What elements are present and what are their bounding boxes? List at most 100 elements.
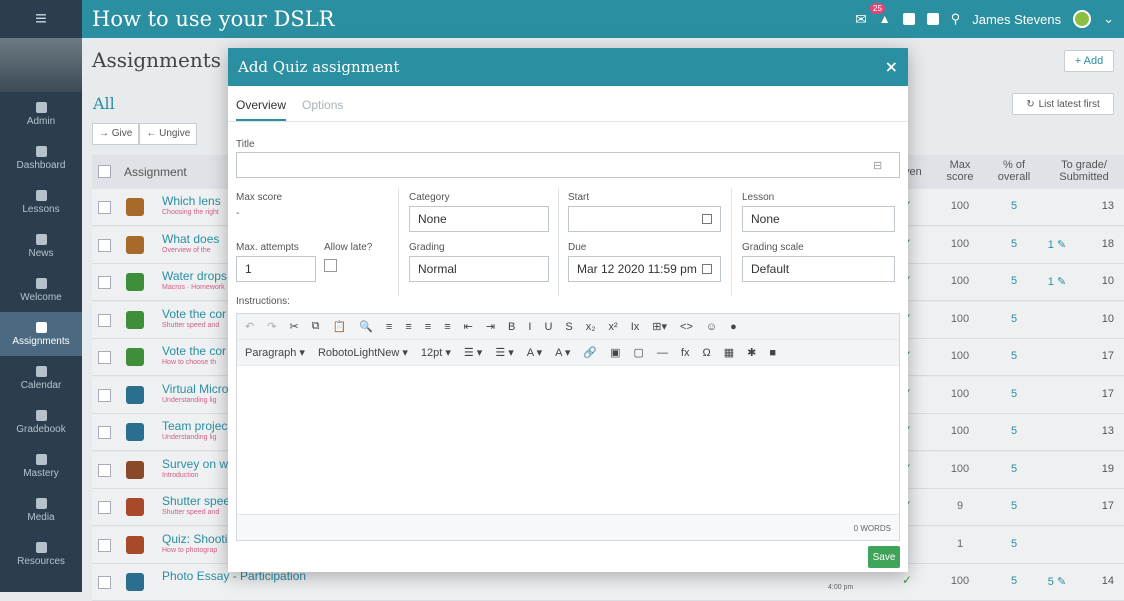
insert-tool-12[interactable]: Ω bbox=[702, 347, 710, 359]
select-all-checkbox[interactable] bbox=[98, 165, 111, 178]
format-tool-1[interactable]: ↷ bbox=[267, 320, 276, 333]
attempts-input[interactable]: 1 bbox=[236, 256, 316, 282]
sidebar-item-media[interactable]: Media bbox=[0, 488, 82, 532]
format-tool-16[interactable]: x₂ bbox=[586, 321, 596, 333]
assignment-title[interactable]: Virtual Micro bbox=[162, 382, 228, 396]
format-tool-19[interactable]: ⊞▾ bbox=[652, 320, 667, 333]
format-tool-10[interactable]: ⇤ bbox=[464, 320, 473, 333]
filter-all[interactable]: All bbox=[93, 94, 115, 113]
insert-tool-2[interactable]: 12pt ▾ bbox=[421, 346, 451, 359]
format-tool-3[interactable]: ⧉ bbox=[312, 320, 320, 333]
give-button[interactable]: → Give bbox=[92, 123, 140, 145]
insert-tool-5[interactable]: A ▾ bbox=[527, 346, 542, 359]
row-checkbox[interactable] bbox=[98, 313, 111, 327]
row-checkbox[interactable] bbox=[98, 463, 111, 477]
sidebar-item-mastery[interactable]: Mastery bbox=[0, 444, 82, 488]
bell-icon[interactable]: ▲ bbox=[879, 12, 891, 26]
category-select[interactable]: None bbox=[409, 206, 549, 232]
row-checkbox[interactable] bbox=[98, 238, 111, 252]
close-icon[interactable]: × bbox=[885, 57, 898, 76]
row-checkbox[interactable] bbox=[98, 576, 111, 589]
start-date-input[interactable] bbox=[568, 206, 721, 232]
format-tool-4[interactable]: 📋 bbox=[333, 320, 347, 333]
to-grade[interactable]: 1 ✎ bbox=[1042, 275, 1072, 288]
col-to-grade[interactable]: To grade/ Submitted bbox=[1052, 159, 1116, 183]
col-max-score[interactable]: Max score bbox=[940, 159, 980, 183]
insert-tool-9[interactable]: ▢ bbox=[634, 346, 644, 359]
tab-options[interactable]: Options bbox=[302, 86, 343, 121]
assignment-title[interactable]: Quiz: Shooti bbox=[162, 532, 227, 546]
format-tool-21[interactable]: ☺ bbox=[706, 321, 717, 333]
assignment-title[interactable]: Shutter spee bbox=[162, 494, 230, 508]
submitted-count[interactable]: 13 bbox=[1082, 200, 1114, 212]
assignment-title[interactable]: Vote the cor bbox=[162, 307, 226, 321]
row-checkbox[interactable] bbox=[98, 501, 111, 514]
to-grade[interactable]: 5 ✎ bbox=[1042, 575, 1072, 588]
format-tool-9[interactable]: ≡ bbox=[444, 321, 450, 333]
sidebar-item-admin[interactable]: Admin bbox=[0, 92, 82, 136]
format-tool-18[interactable]: Ix bbox=[631, 321, 640, 333]
submitted-count[interactable]: 10 bbox=[1082, 275, 1114, 287]
allow-late-checkbox[interactable] bbox=[324, 259, 337, 272]
format-tool-12[interactable]: B bbox=[508, 321, 515, 333]
submitted-count[interactable]: 13 bbox=[1082, 425, 1114, 437]
submitted-count[interactable]: 17 bbox=[1082, 350, 1114, 362]
format-tool-13[interactable]: I bbox=[528, 321, 531, 333]
hamburger-icon[interactable]: ≡ bbox=[0, 0, 82, 38]
format-tool-17[interactable]: x² bbox=[609, 321, 618, 333]
instructions-editor[interactable]: ↶ ↷ ✂ ⧉ 📋 🔍 ≡ ≡ ≡ ≡ ⇤ ⇥ B I U Sx₂ x² Ix ⊞▾ <> ☺ ● Paragraph ▾… bbox=[236, 313, 900, 541]
row-checkbox[interactable] bbox=[98, 538, 111, 552]
chevron-down-icon[interactable]: ⌄ bbox=[1103, 11, 1114, 27]
course-title[interactable]: How to use your DSLR bbox=[92, 7, 335, 31]
to-grade[interactable]: 1 ✎ bbox=[1042, 238, 1072, 251]
submitted-count[interactable]: 10 bbox=[1082, 313, 1114, 325]
add-button[interactable]: + Add bbox=[1064, 50, 1114, 72]
insert-tool-14[interactable]: ✱ bbox=[747, 346, 756, 359]
sidebar-item-news[interactable]: News bbox=[0, 224, 82, 268]
col-percent[interactable]: % of overall bbox=[992, 159, 1036, 183]
insert-tool-13[interactable]: ▦ bbox=[724, 346, 734, 359]
assignment-title[interactable]: Vote the cor bbox=[162, 344, 226, 358]
insert-tool-11[interactable]: fx bbox=[681, 347, 690, 359]
tab-overview[interactable]: Overview bbox=[236, 86, 287, 121]
row-checkbox[interactable] bbox=[98, 276, 111, 289]
sort-latest-button[interactable]: ↻ List latest first bbox=[1012, 93, 1114, 115]
row-checkbox[interactable] bbox=[98, 388, 111, 402]
format-tool-6[interactable]: ≡ bbox=[386, 321, 392, 333]
avatar[interactable] bbox=[1073, 10, 1092, 28]
format-tool-7[interactable]: ≡ bbox=[405, 321, 411, 333]
save-button[interactable]: Save bbox=[868, 546, 900, 568]
insert-tool-15[interactable]: ■ bbox=[769, 347, 776, 359]
sidebar-item-assignments[interactable]: Assignments bbox=[0, 312, 82, 356]
course-thumbnail[interactable] bbox=[0, 38, 82, 92]
row-checkbox[interactable] bbox=[98, 351, 111, 364]
grid-icon[interactable] bbox=[902, 13, 915, 25]
submitted-count[interactable]: 19 bbox=[1082, 463, 1114, 475]
title-input[interactable] bbox=[236, 152, 900, 178]
submitted-count[interactable]: 18 bbox=[1082, 238, 1114, 250]
format-tool-11[interactable]: ⇥ bbox=[486, 320, 495, 333]
assignment-title[interactable]: Which lens bbox=[162, 194, 221, 208]
assignment-title[interactable]: Survey on w bbox=[162, 457, 228, 471]
sidebar-item-welcome[interactable]: Welcome bbox=[0, 268, 82, 312]
template-icon[interactable]: ⊟ bbox=[873, 159, 882, 172]
insert-tool-8[interactable]: ▣ bbox=[610, 346, 620, 359]
format-tool-8[interactable]: ≡ bbox=[425, 321, 431, 333]
format-tool-20[interactable]: <> bbox=[680, 321, 693, 333]
assignment-title[interactable]: Team projec bbox=[162, 419, 227, 433]
lesson-select[interactable]: None bbox=[742, 206, 895, 232]
insert-tool-0[interactable]: Paragraph ▾ bbox=[245, 346, 305, 359]
sidebar-item-resources[interactable]: Resources bbox=[0, 532, 82, 576]
submitted-count[interactable]: 17 bbox=[1082, 388, 1114, 400]
format-tool-15[interactable]: S bbox=[565, 321, 572, 333]
insert-tool-1[interactable]: RobotoLightNew ▾ bbox=[318, 346, 408, 359]
row-checkbox[interactable] bbox=[98, 426, 111, 439]
sidebar-item-calendar[interactable]: Calendar bbox=[0, 356, 82, 400]
format-tool-14[interactable]: U bbox=[544, 321, 552, 333]
format-tool-5[interactable]: 🔍 bbox=[359, 320, 373, 333]
notifications-icon[interactable]: ✉ bbox=[855, 11, 867, 28]
format-tool-0[interactable]: ↶ bbox=[245, 320, 254, 333]
insert-tool-10[interactable]: — bbox=[657, 347, 668, 359]
grading-scale-select[interactable]: Default bbox=[742, 256, 895, 282]
due-date-input[interactable]: Mar 12 2020 11:59 pm bbox=[568, 256, 721, 282]
